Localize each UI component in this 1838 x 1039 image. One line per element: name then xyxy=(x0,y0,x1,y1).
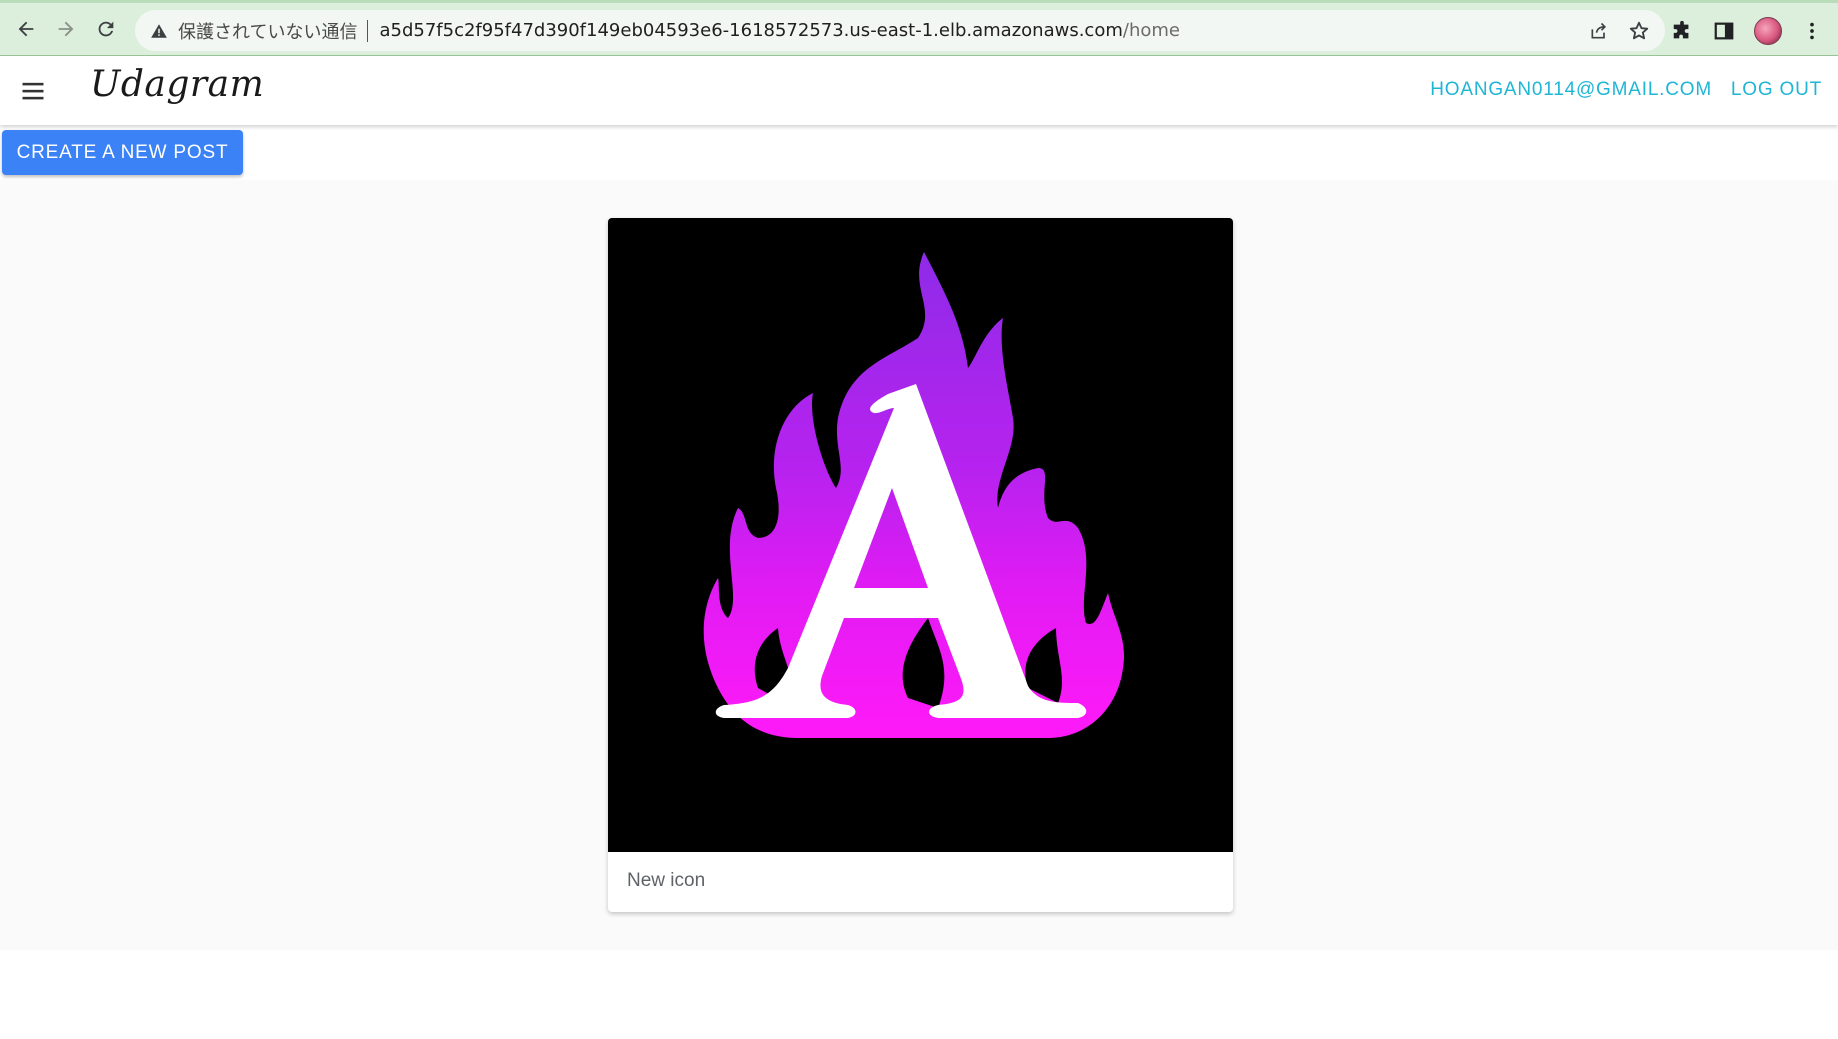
more-vert-icon[interactable] xyxy=(1800,19,1824,43)
bookmark-star-icon[interactable] xyxy=(1627,19,1651,43)
address-bar[interactable]: 保護されていない通信 a5d57f5c2f95f47d390f149eb0459… xyxy=(135,10,1665,51)
logout-button[interactable]: LOG OUT xyxy=(1731,79,1822,101)
menu-button[interactable] xyxy=(18,76,48,106)
hamburger-menu-icon xyxy=(22,82,44,100)
app-title: Udagram xyxy=(90,64,265,105)
side-panel-icon[interactable] xyxy=(1712,19,1736,43)
post-caption: New icon xyxy=(627,870,706,891)
not-secure-label[interactable]: 保護されていない通信 xyxy=(178,18,357,44)
forward-arrow-icon xyxy=(58,21,74,37)
share-icon[interactable] xyxy=(1587,19,1611,43)
profile-avatar[interactable] xyxy=(1754,17,1782,45)
user-email-link[interactable]: HOANGAN0114@GMAIL.COM xyxy=(1430,79,1712,101)
url-path[interactable]: /home xyxy=(1123,20,1180,41)
address-divider xyxy=(367,19,369,42)
feed: New icon xyxy=(0,180,1838,950)
forward-button[interactable] xyxy=(46,9,86,49)
back-arrow-icon xyxy=(18,21,34,37)
create-post-button[interactable]: CREATE A NEW POST xyxy=(2,130,243,175)
post-image xyxy=(608,218,1233,852)
url-host[interactable]: a5d57f5c2f95f47d390f149eb04593e6-1618572… xyxy=(379,20,1122,41)
browser-toolbar: 保護されていない通信 a5d57f5c2f95f47d390f149eb0459… xyxy=(0,0,1838,56)
reload-button[interactable] xyxy=(86,9,126,49)
flaming-letter-a-icon xyxy=(703,252,1125,738)
post-card: New icon xyxy=(608,218,1233,912)
reload-icon xyxy=(98,21,114,37)
back-button[interactable] xyxy=(6,9,46,49)
warning-icon xyxy=(148,20,170,42)
extensions-puzzle-icon[interactable] xyxy=(1670,19,1694,43)
app-header: Udagram HOANGAN0114@GMAIL.COM LOG OUT xyxy=(0,56,1838,125)
